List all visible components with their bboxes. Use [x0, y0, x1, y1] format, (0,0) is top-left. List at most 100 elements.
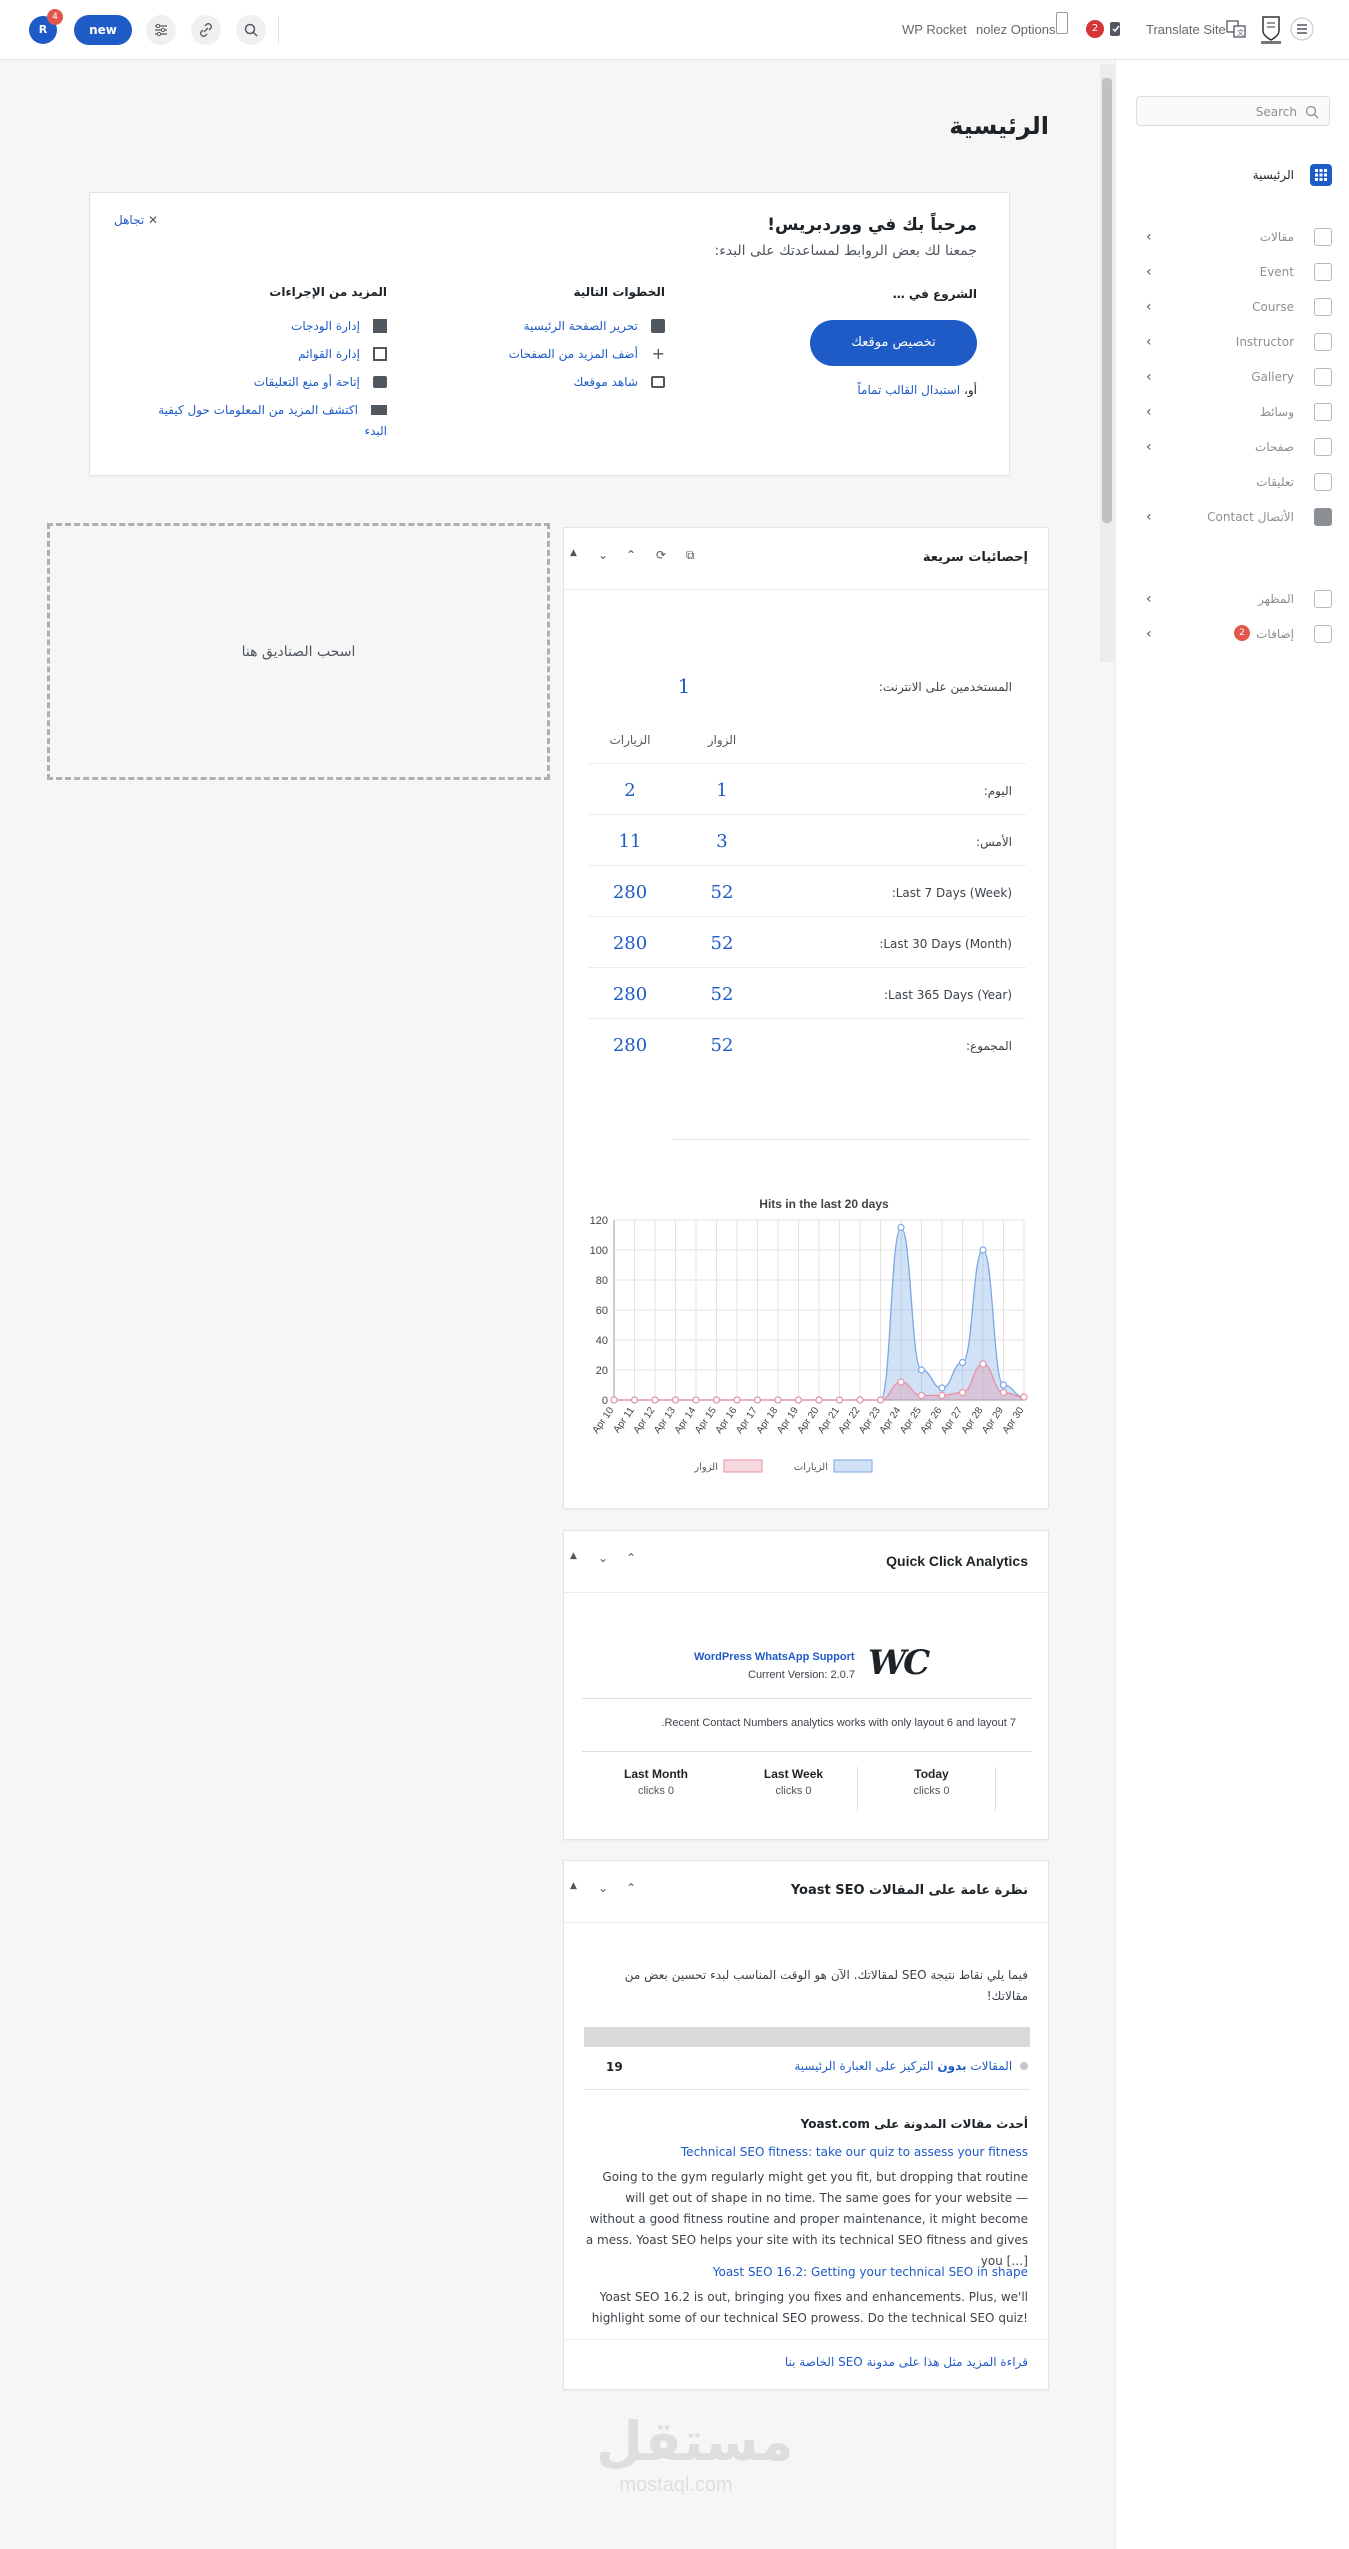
page-title: الرئيسية — [949, 112, 1049, 140]
move-down-icon[interactable]: ⌄ — [598, 1551, 608, 1565]
manage-menus-item[interactable]: إدارة القوائم — [298, 343, 387, 362]
row-visitors: 3 — [716, 831, 728, 852]
move-down-icon[interactable]: ⌄ — [598, 1881, 608, 1895]
widgets-icon — [373, 318, 387, 333]
dismiss-link[interactable]: ✕ تجاهل — [114, 213, 158, 227]
focus-bold[interactable]: بدون — [937, 2059, 966, 2073]
new-button[interactable]: new — [74, 15, 132, 45]
stats-row-year: Last 365 Days (Year): 52 280 — [588, 968, 1026, 1019]
comments-icon — [1314, 473, 1332, 491]
view-site-item[interactable]: شاهد موقعك — [573, 371, 665, 391]
sidebar-item-label: الرئيسية — [1252, 168, 1294, 182]
post-2-title[interactable]: Yoast SEO 16.2: Getting your technical S… — [713, 2265, 1028, 2279]
view-site-icon — [651, 375, 665, 388]
learn-more-item[interactable]: اكتشف المزيد من المعلومات حول كيفية البد… — [127, 399, 387, 438]
add-pages-link[interactable]: أضف المزيد من الصفحات — [509, 347, 638, 361]
chart-y-tick-label: 40 — [596, 1335, 608, 1347]
edit-home-item[interactable]: تحرير الصفحة الرئيسية — [524, 315, 665, 335]
chart-legend-swatch — [723, 1459, 763, 1473]
sliders-icon[interactable] — [146, 15, 176, 45]
move-up-icon[interactable]: ⌃ — [626, 1551, 636, 1565]
period-today: Today clicks 0 — [868, 1767, 996, 1811]
stats-row-yesterday: الأمس: 3 11 — [588, 815, 1026, 866]
sidebar-item-posts[interactable]: مقالات ‹ — [1116, 220, 1349, 254]
info-icon[interactable] — [1056, 12, 1068, 34]
gallery-icon — [1314, 368, 1332, 386]
external-link-icon[interactable]: ⧉ — [686, 548, 695, 563]
chart-point — [897, 1378, 905, 1386]
sidebar-item-contact[interactable]: Contact الأتصال ‹ — [1116, 500, 1349, 534]
chart-point — [979, 1246, 987, 1254]
comments-toggle-link[interactable]: إتاحة أو منع التعليقات — [254, 375, 360, 389]
manage-widgets-item[interactable]: إدارة الودجات — [291, 315, 387, 334]
chart-point — [917, 1391, 926, 1400]
comments-toggle-item[interactable]: إتاحة أو منع التعليقات — [254, 371, 387, 390]
post-1-title[interactable]: Technical SEO fitness: take our quiz to … — [681, 2145, 1028, 2159]
sidebar-item-label: Event — [1259, 265, 1294, 279]
theme-options-link[interactable]: nolez Options — [976, 22, 1056, 37]
toggle-icon[interactable]: ▲ — [570, 548, 577, 558]
move-down-icon[interactable]: ⌄ — [598, 548, 608, 562]
translate-site-link[interactable]: Translate Site — [1146, 22, 1226, 37]
mostaql-watermark-arabic: مستقل — [596, 2410, 794, 2473]
manage-menus-link[interactable]: إدارة القوائم — [298, 347, 360, 361]
analytics-note: Recent Contact Numbers analytics works w… — [661, 1717, 1016, 1729]
more-actions-title: المزيد من الإجراءات — [269, 285, 387, 299]
sidebar-item-event[interactable]: Event ‹ — [1116, 255, 1349, 289]
sidebar-item-course[interactable]: Course ‹ — [1116, 290, 1349, 324]
site-logo-icon[interactable] — [1258, 13, 1284, 47]
admin-top-bar: 文 Translate Site 2 nolez Options WP Rock… — [0, 0, 1349, 60]
row-visits: 280 — [612, 933, 648, 954]
focus-pre[interactable]: المقالات — [970, 2059, 1012, 2073]
chart-y-tick-label: 100 — [590, 1245, 608, 1257]
link-icon[interactable] — [191, 15, 221, 45]
customize-site-button[interactable]: تخصيص موقعك — [810, 320, 977, 366]
change-theme-link[interactable]: استبدال القالب تماماً — [857, 383, 960, 397]
sidebar-item-home[interactable]: الرئيسية — [1116, 158, 1349, 192]
main-scrollbar[interactable] — [1100, 64, 1114, 662]
move-up-icon[interactable]: ⌃ — [626, 1881, 636, 1895]
pages-icon — [1314, 438, 1332, 456]
refresh-icon[interactable]: ⟳ — [656, 548, 666, 562]
sidebar-item-pages[interactable]: صفحات ‹ — [1116, 430, 1349, 464]
toggle-icon[interactable]: ▲ — [570, 1881, 577, 1891]
learn-more-link-cont[interactable]: البدء — [127, 424, 387, 438]
sidebar-search[interactable]: Search — [1136, 96, 1330, 126]
period-label: Today — [914, 1767, 949, 1781]
sidebar-item-appearance[interactable]: المظهر ‹ — [1116, 582, 1349, 616]
search-icon[interactable] — [236, 15, 266, 45]
manage-widgets-link[interactable]: إدارة الودجات — [291, 319, 360, 333]
sidebar-item-label: Gallery — [1251, 370, 1294, 384]
learn-more-link[interactable]: اكتشف المزيد من المعلومات حول كيفية — [158, 403, 358, 417]
add-pages-item[interactable]: + أضف المزيد من الصفحات — [509, 343, 665, 363]
read-more-link[interactable]: قراءة المزيد مثل هذا على مدونة SEO الخاص… — [785, 2355, 1028, 2369]
drop-zone[interactable]: اسحب الصناديق هنا — [47, 523, 550, 780]
focus-post[interactable]: التركيز على العبارة الرئيسية — [794, 2059, 933, 2073]
scrollbar-thumb[interactable] — [1102, 78, 1112, 523]
menus-icon — [373, 346, 387, 361]
hamburger-icon[interactable] — [1290, 17, 1314, 41]
quick-click-widget: Quick Click Analytics ⌃ ⌄ ▲ WordPress Wh… — [563, 1530, 1049, 1840]
sidebar-item-plugins[interactable]: إضافات ‹ 2 — [1116, 617, 1349, 651]
sidebar-item-media[interactable]: وسائط ‹ — [1116, 395, 1349, 429]
sidebar-item-instructor[interactable]: Instructor ‹ — [1116, 325, 1349, 359]
updates-icon[interactable] — [1104, 20, 1124, 38]
move-up-icon[interactable]: ⌃ — [626, 548, 636, 562]
plugin-name[interactable]: WordPress WhatsApp Support — [694, 1651, 855, 1663]
focus-keyphrase-row[interactable]: المقالات بدون التركيز على العبارة الرئيس… — [794, 2059, 1028, 2073]
chevron-left-icon: ‹ — [1146, 439, 1152, 455]
view-site-link[interactable]: شاهد موقعك — [573, 375, 637, 389]
period-value: clicks 0 — [913, 1785, 950, 1797]
widget-title: إحصائيات سريعة — [922, 550, 1028, 565]
chart-point — [958, 1358, 967, 1367]
sidebar-item-gallery[interactable]: Gallery ‹ — [1116, 360, 1349, 394]
edit-home-link[interactable]: تحرير الصفحة الرئيسية — [524, 319, 638, 333]
chart-legend-label: الزوار — [693, 1462, 718, 1473]
period-last-month: Last Month clicks 0 — [592, 1767, 720, 1811]
plugin-logo: WC — [868, 1643, 930, 1683]
period-value: clicks 0 — [637, 1785, 675, 1797]
toggle-icon[interactable]: ▲ — [570, 1551, 577, 1561]
wp-rocket-link[interactable]: WP Rocket — [902, 22, 967, 37]
sidebar-item-comments[interactable]: تعليقات — [1116, 465, 1349, 499]
translate-icon[interactable]: 文 — [1226, 20, 1246, 38]
